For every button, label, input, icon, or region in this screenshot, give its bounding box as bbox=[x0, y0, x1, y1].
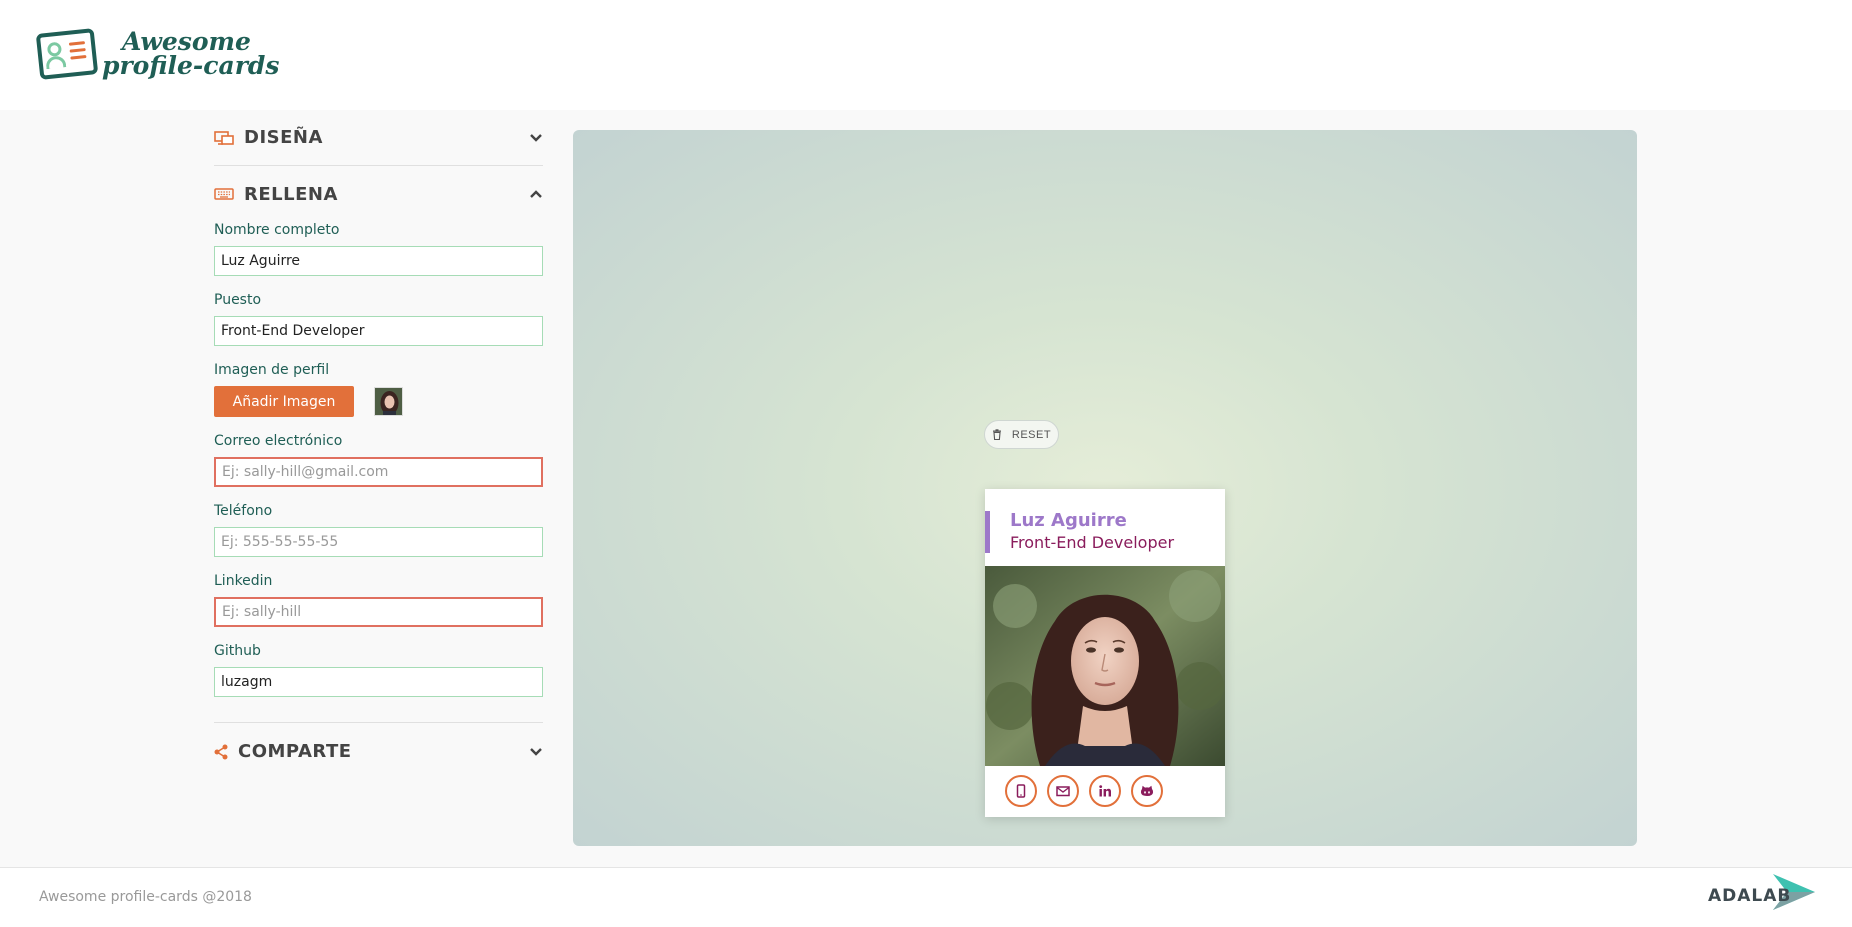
linkedin-label: Linkedin bbox=[214, 573, 273, 589]
name-label: Nombre completo bbox=[214, 222, 340, 238]
card-name: Luz Aguirre bbox=[1010, 510, 1127, 531]
card-social-icons bbox=[1005, 775, 1173, 807]
profile-card-logo-icon bbox=[35, 28, 99, 80]
share-icon bbox=[214, 744, 228, 760]
job-input[interactable] bbox=[214, 316, 543, 346]
name-field: Nombre completo bbox=[214, 207, 543, 276]
github-field: Github bbox=[214, 627, 543, 697]
section-share-header[interactable]: COMPARTE bbox=[214, 722, 543, 780]
footer: Awesome profile-cards @2018 ADALAB bbox=[0, 867, 1852, 927]
github-input[interactable] bbox=[214, 667, 543, 697]
name-input[interactable] bbox=[214, 246, 543, 276]
chevron-down-icon[interactable] bbox=[529, 745, 543, 759]
card-job: Front-End Developer bbox=[1010, 533, 1175, 552]
github-icon[interactable] bbox=[1131, 775, 1163, 807]
image-label: Imagen de perfil bbox=[214, 362, 330, 378]
email-input[interactable] bbox=[214, 457, 543, 487]
card-header: Luz Aguirre Front-End Developer bbox=[985, 511, 1174, 553]
github-label: Github bbox=[214, 643, 261, 659]
section-design-title: DISEÑA bbox=[244, 127, 323, 148]
card-photo bbox=[985, 566, 1225, 766]
mail-icon[interactable] bbox=[1047, 775, 1079, 807]
phone-label: Teléfono bbox=[214, 503, 273, 519]
reset-label: RESET bbox=[1011, 428, 1052, 441]
reset-button[interactable]: RESET bbox=[984, 420, 1059, 449]
chevron-down-icon[interactable] bbox=[529, 131, 543, 145]
header: Awesome profile-cards bbox=[0, 0, 1852, 110]
add-image-button[interactable]: Añadir Imagen bbox=[214, 386, 354, 417]
trash-icon bbox=[992, 429, 1002, 441]
image-field: Imagen de perfil Añadir Imagen bbox=[214, 346, 543, 417]
logo-line-2: profile-cards bbox=[102, 51, 280, 80]
section-fill-title: RELLENA bbox=[244, 183, 338, 205]
keyboard-icon bbox=[214, 186, 234, 202]
email-field: Correo electrónico bbox=[214, 417, 543, 487]
card-preview-area: RESET Luz Aguirre Front-End Developer bbox=[573, 130, 1637, 846]
editor-form: DISEÑA RELLENA Nombre completo Luz Aguir… bbox=[214, 110, 543, 780]
section-design-header[interactable]: DISEÑA bbox=[214, 110, 543, 166]
linkedin-field: Linkedin bbox=[214, 557, 543, 627]
phone-input[interactable] bbox=[214, 527, 543, 557]
monitor-icon bbox=[214, 130, 234, 146]
job-label: Puesto bbox=[214, 292, 262, 308]
adalab-brand: ADALAB bbox=[1708, 886, 1792, 906]
chevron-up-icon[interactable] bbox=[529, 187, 543, 201]
section-share-title: COMPARTE bbox=[238, 741, 352, 762]
adalab-logo[interactable]: ADALAB bbox=[1708, 874, 1817, 916]
profile-card: Luz Aguirre Front-End Developer bbox=[985, 489, 1225, 817]
linkedin-input[interactable] bbox=[214, 597, 543, 627]
linkedin-icon[interactable] bbox=[1089, 775, 1121, 807]
phone-field: Teléfono bbox=[214, 487, 543, 557]
phone-icon[interactable] bbox=[1005, 775, 1037, 807]
footer-copyright: Awesome profile-cards @2018 bbox=[39, 889, 252, 905]
email-label: Correo electrónico bbox=[214, 433, 343, 449]
logo-text: Awesome profile-cards bbox=[102, 29, 280, 80]
main-area: DISEÑA RELLENA Nombre completo Luz Aguir… bbox=[0, 110, 1852, 867]
logo[interactable]: Awesome profile-cards bbox=[35, 28, 280, 80]
job-field: Puesto bbox=[214, 276, 543, 346]
profile-image-thumbnail bbox=[374, 387, 403, 416]
